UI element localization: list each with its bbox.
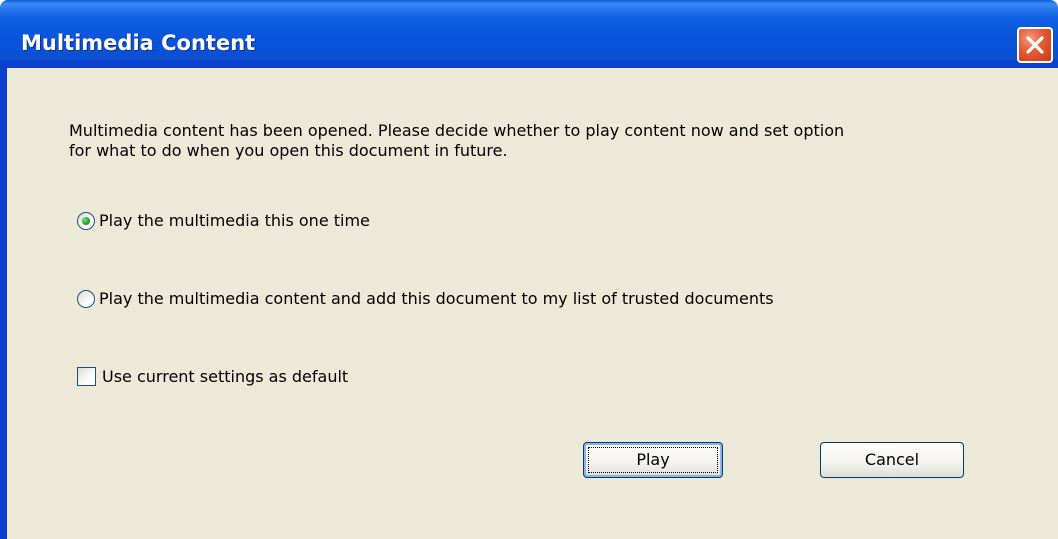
dialog-window: Multimedia Content Multimedia content ha… (0, 0, 1058, 539)
radio-play-and-trust[interactable] (77, 290, 95, 308)
default-settings-checkbox[interactable] (77, 367, 96, 386)
dialog-title: Multimedia Content (21, 31, 256, 55)
radio-play-once[interactable] (77, 212, 95, 230)
option-play-and-trust-label[interactable]: Play the multimedia content and add this… (99, 289, 774, 309)
title-bar[interactable]: Multimedia Content (0, 0, 1058, 63)
cancel-button-label: Cancel (864, 450, 920, 469)
default-settings-label[interactable]: Use current settings as default (102, 367, 348, 387)
dialog-body: Multimedia content has been opened. Plea… (7, 68, 1058, 539)
close-icon (1026, 36, 1044, 54)
radio-selected-dot (82, 217, 90, 225)
play-button[interactable]: Play (583, 442, 723, 478)
option-play-once-label[interactable]: Play the multimedia this one time (99, 211, 370, 231)
cancel-button[interactable]: Cancel (820, 442, 964, 478)
message-line-2: for what to do when you open this docume… (69, 141, 508, 160)
focus-indicator (588, 447, 718, 473)
close-button[interactable] (1017, 27, 1053, 63)
message-line-1: Multimedia content has been opened. Plea… (69, 121, 845, 140)
